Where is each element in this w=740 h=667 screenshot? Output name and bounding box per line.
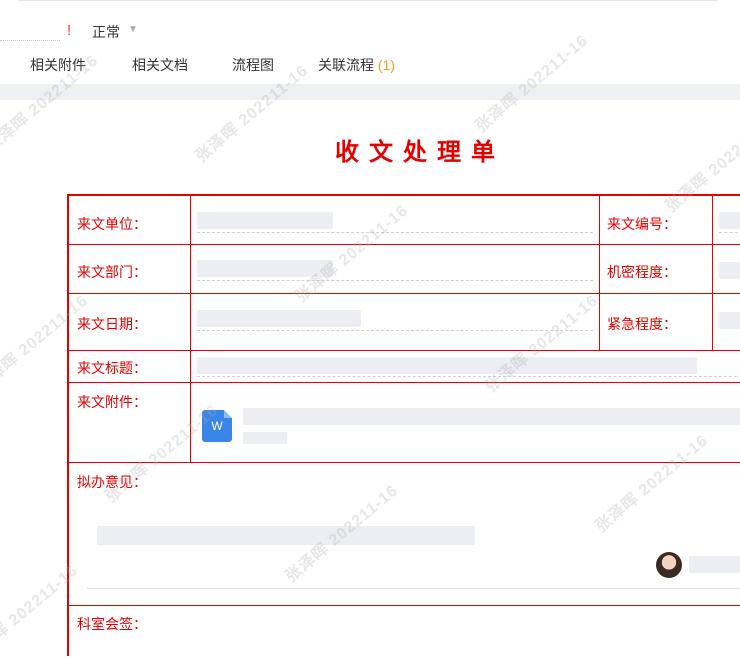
dotted-separator: [0, 40, 60, 41]
document-title: 收文处理单: [335, 139, 505, 166]
label-date: 来文日期：: [77, 316, 147, 332]
form-grid-line: [599, 196, 600, 350]
form-grid-line: [69, 293, 740, 294]
label-sender-number: 来文编号：: [607, 216, 677, 232]
date-field[interactable]: [197, 310, 361, 327]
secret-level-field[interactable]: [719, 262, 740, 279]
exclamation-icon: !: [67, 22, 72, 39]
form-grid-line: [69, 382, 740, 383]
label-sender-dept: 来文部门：: [77, 264, 147, 280]
sender-dept-field[interactable]: [197, 260, 333, 277]
tab-related-documents[interactable]: 相关文档: [132, 55, 188, 75]
label-attachment: 来文附件：: [77, 394, 147, 410]
word-icon-letter: W: [211, 419, 223, 433]
form-grid-line: [712, 196, 713, 350]
label-urgency: 紧急程度：: [607, 316, 677, 332]
tab-flowchart[interactable]: 流程图: [232, 55, 274, 75]
form-grid-line: [69, 605, 740, 606]
form-grid-line: [69, 462, 740, 463]
priority-row: ! 正常 ▼: [0, 18, 740, 46]
chevron-down-icon[interactable]: ▼: [128, 24, 138, 35]
label-section-sign: 科室会签：: [77, 616, 147, 632]
file-corner: [224, 410, 232, 418]
tab-related-attachments[interactable]: 相关附件: [30, 55, 86, 75]
field-underline: [197, 280, 593, 281]
word-file-icon[interactable]: W: [202, 410, 232, 442]
label-opinion: 拟办意见：: [77, 474, 147, 490]
attachment-filename[interactable]: [243, 408, 740, 425]
field-underline: [197, 330, 593, 331]
form-grid-line: [190, 196, 191, 462]
urgency-field[interactable]: [719, 312, 740, 329]
priority-select[interactable]: 正常: [92, 22, 120, 42]
form-grid-line: [69, 350, 740, 351]
sender-number-field[interactable]: [719, 212, 740, 229]
field-underline: [197, 376, 740, 377]
signer-name: [689, 556, 740, 573]
attachment-size: [243, 432, 287, 444]
opinion-text[interactable]: [97, 526, 475, 545]
avatar: [656, 552, 682, 578]
form-grid-line: [69, 244, 740, 245]
subject-field[interactable]: [197, 357, 697, 374]
content-header-band: [0, 84, 740, 100]
signature-underline: [87, 588, 740, 589]
top-divider: [18, 0, 718, 1]
tab-count-badge: (1): [377, 57, 396, 73]
label-subject: 来文标题：: [77, 360, 147, 376]
field-underline: [719, 232, 740, 233]
field-underline: [197, 232, 593, 233]
tab-linked-processes[interactable]: 关联流程 (1): [318, 55, 395, 75]
sender-unit-field[interactable]: [197, 212, 333, 229]
receipt-form: 来文单位： 来文编号： 来文部门： 机密程度： 来文日期： 紧急程度： 来文标题…: [67, 194, 740, 656]
tab-label: 关联流程: [318, 57, 374, 73]
label-sender-unit: 来文单位：: [77, 216, 147, 232]
tab-bar: 相关附件 相关文档 流程图 关联流程 (1): [0, 52, 740, 82]
label-secret-level: 机密程度：: [607, 264, 677, 280]
